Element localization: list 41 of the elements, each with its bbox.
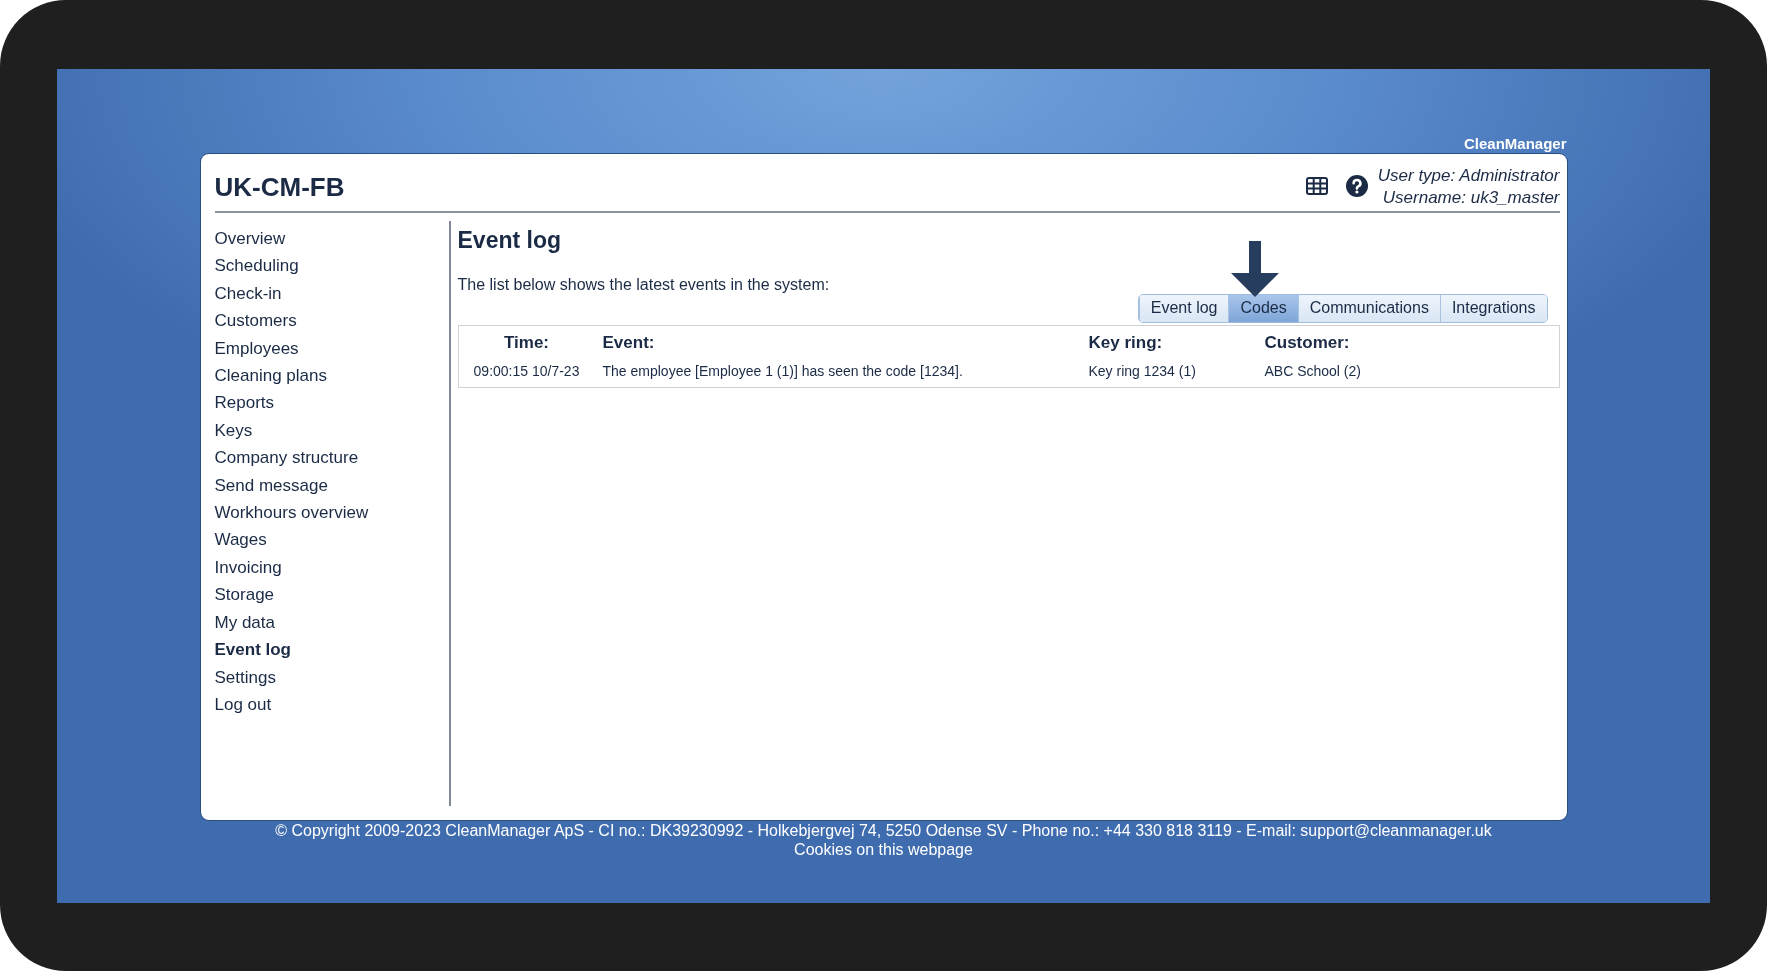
nav-link[interactable]: Log out bbox=[214, 690, 272, 719]
nav-link[interactable]: Cleaning plans bbox=[214, 362, 327, 390]
description-text: The list below shows the latest events in the system: bbox=[457, 276, 831, 294]
table-cell-text: The employee [Employee 1 (1)] has seen the code [1234]. bbox=[601, 362, 964, 381]
nav-link[interactable]: Wages bbox=[214, 526, 267, 554]
username-label: Username: uk3_master bbox=[1382, 187, 1560, 209]
column-header: Customer: bbox=[1263, 332, 1351, 354]
tab[interactable]: Event log bbox=[1138, 295, 1229, 322]
down-arrow-icon bbox=[1229, 241, 1280, 297]
nav-link[interactable]: Reports bbox=[214, 389, 275, 417]
nav-link[interactable]: Invoicing bbox=[214, 553, 282, 582]
column-header: Event: bbox=[601, 332, 656, 354]
table-cell-text: Key ring 1234 (1) bbox=[1087, 362, 1197, 381]
nav-link[interactable]: Send message bbox=[214, 471, 328, 500]
nav-link[interactable]: Company structure bbox=[214, 444, 359, 472]
nav-link[interactable]: Storage bbox=[214, 581, 275, 609]
tab[interactable]: Codes bbox=[1228, 295, 1298, 322]
nav-link[interactable]: Keys bbox=[214, 416, 253, 445]
tab[interactable]: Integrations bbox=[1439, 295, 1547, 322]
nav-link[interactable]: Event log bbox=[214, 636, 291, 664]
grid-icon[interactable] bbox=[1305, 177, 1328, 195]
nav-link[interactable]: Customers bbox=[214, 307, 297, 335]
column-header: Time: bbox=[502, 332, 550, 354]
nav-link[interactable]: Check-in bbox=[214, 279, 282, 308]
nav-link[interactable]: Scheduling bbox=[214, 252, 299, 280]
nav-link[interactable]: Overview bbox=[214, 225, 286, 253]
cookies-link[interactable]: Cookies on this webpage bbox=[794, 840, 973, 859]
help-icon[interactable] bbox=[1345, 175, 1368, 197]
table-cell-text: ABC School (2) bbox=[1263, 362, 1362, 381]
user-type-label: User type: Administrator bbox=[1377, 165, 1560, 187]
tab[interactable]: Communications bbox=[1297, 295, 1440, 322]
copyright-text: © Copyright 2009-2023 CleanManager ApS - CI no.: DK39230992 - Holkebjergvej 74, 5250 Odense SV - Phone no.: +44 330 818 3119 - E-mail: support@cleanmanager.uk bbox=[275, 821, 1492, 840]
table-cell-text: 09:00:15 10/7-23 bbox=[472, 362, 581, 381]
nav-link[interactable]: Employees bbox=[214, 334, 299, 363]
brand-name: CleanManager bbox=[1463, 134, 1567, 154]
nav-link[interactable]: My data bbox=[214, 608, 275, 637]
nav-link[interactable]: Settings bbox=[214, 663, 276, 691]
site-title: UK-CM-FB bbox=[214, 172, 346, 204]
nav-link[interactable]: Workhours overview bbox=[214, 499, 369, 527]
page-heading: Event log bbox=[457, 227, 562, 254]
column-header: Key ring: bbox=[1087, 332, 1164, 354]
